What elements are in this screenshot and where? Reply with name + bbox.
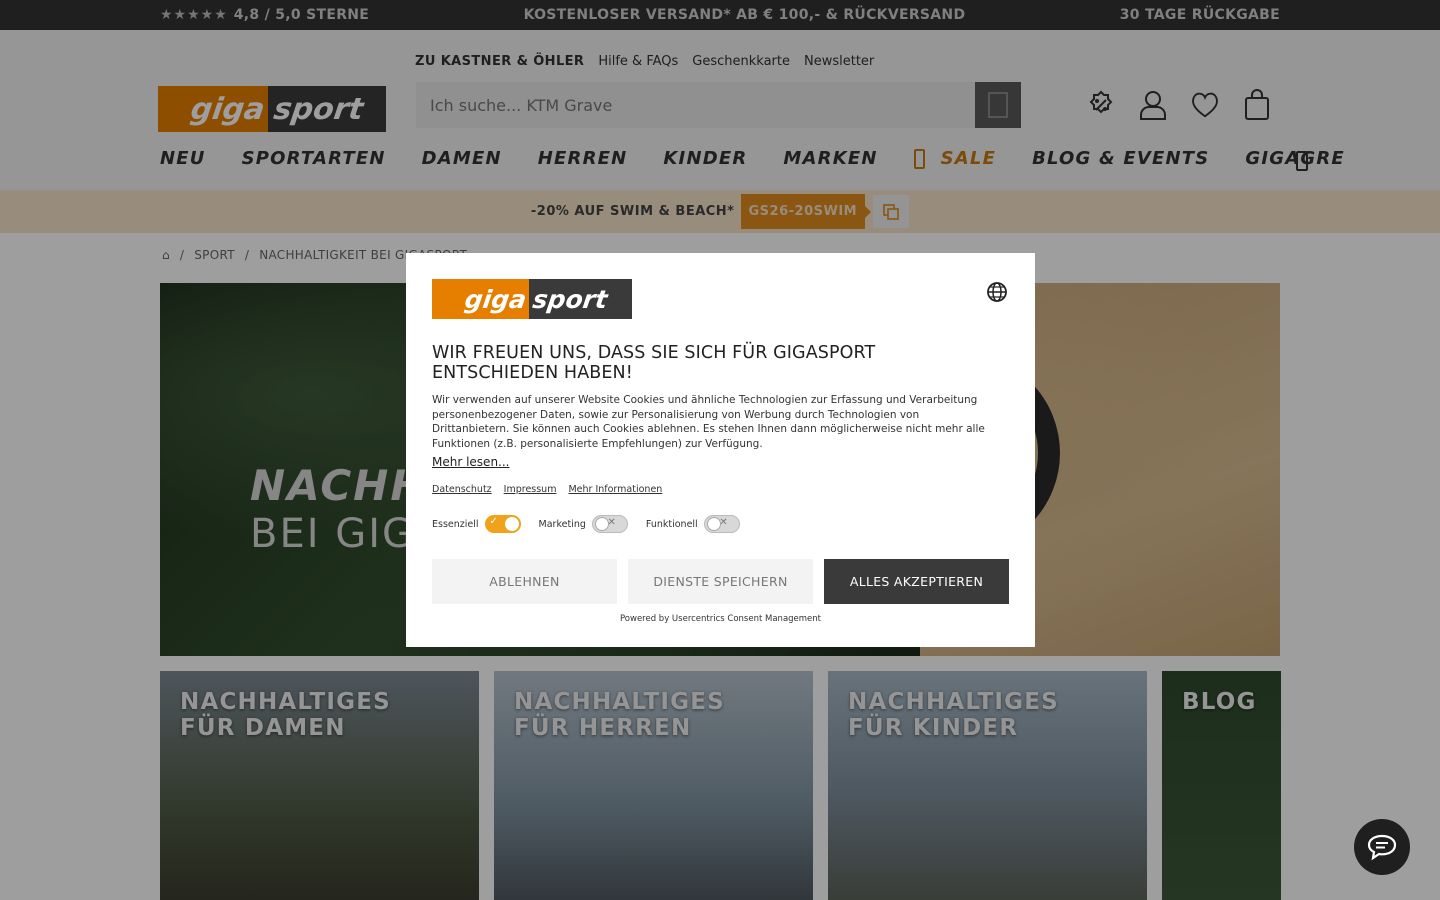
accept-all-button[interactable]: ALLES AKZEPTIEREN	[824, 559, 1009, 604]
save-services-button[interactable]: DIENSTE SPEICHERN	[628, 559, 813, 604]
toggle-essential-switch[interactable]: ✓	[484, 515, 521, 533]
chat-button[interactable]	[1354, 819, 1410, 875]
chat-icon	[1367, 834, 1397, 861]
modal-logo-text-right: sport	[530, 284, 610, 314]
toggle-knob	[504, 517, 519, 531]
cookie-consent-modal: giga sport WIR FREUEN UNS, DASS SIE SICH…	[406, 253, 1035, 647]
toggle-functional-switch[interactable]: ✕	[703, 515, 740, 533]
language-globe-icon[interactable]	[986, 281, 1008, 303]
toggle-marketing: Marketing ✕	[539, 515, 628, 533]
toggle-essential-label: Essenziell	[432, 518, 479, 530]
decline-button[interactable]: ABLEHNEN	[432, 559, 617, 604]
imprint-link[interactable]: Impressum	[504, 484, 557, 495]
modal-logo-text-left: giga	[462, 284, 529, 314]
modal-logo: giga sport	[432, 279, 632, 319]
toggle-functional-label: Funktionell	[645, 518, 698, 530]
modal-buttons: ABLEHNEN DIENSTE SPEICHERN ALLES AKZEPTI…	[432, 559, 1009, 604]
modal-body-text: Wir verwenden auf unserer Website Cookie…	[432, 394, 985, 450]
modal-logo-left: giga	[432, 279, 529, 319]
x-icon: ✕	[607, 517, 616, 528]
powered-by-text: Powered by Usercentrics Consent Manageme…	[619, 614, 822, 624]
read-more-link[interactable]: Mehr lesen...	[432, 455, 510, 469]
x-icon: ✕	[719, 517, 728, 528]
more-info-link[interactable]: Mehr Informationen	[568, 484, 662, 495]
toggle-functional: Funktionell ✕	[646, 515, 740, 533]
modal-logo-right: sport	[529, 279, 632, 319]
toggle-essential: Essenziell ✓	[432, 515, 521, 533]
consent-toggles: Essenziell ✓ Marketing ✕ Funktionell ✕	[432, 515, 1009, 533]
privacy-link[interactable]: Datenschutz	[432, 484, 492, 495]
toggle-marketing-switch[interactable]: ✕	[591, 515, 628, 533]
toggle-marketing-label: Marketing	[538, 518, 586, 530]
modal-links: Datenschutz Impressum Mehr Informationen	[432, 484, 1009, 495]
modal-title: WIR FREUEN UNS, DASS SIE SICH FÜR GIGASP…	[432, 343, 876, 383]
check-icon: ✓	[489, 516, 498, 527]
